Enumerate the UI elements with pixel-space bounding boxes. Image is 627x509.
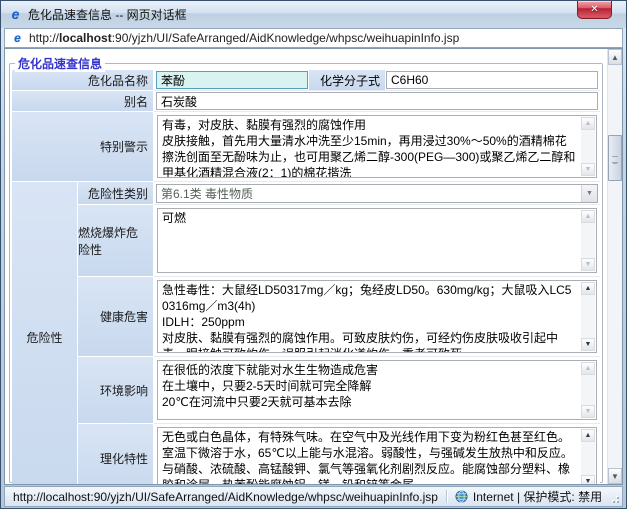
status-zone: Internet | 保护模式: 禁用: [455, 488, 602, 505]
dropdown-arrow-icon[interactable]: ▼: [581, 185, 597, 202]
formula-label: 化学分子式: [308, 70, 386, 90]
formula-field[interactable]: C6H60: [386, 71, 598, 89]
hazard-class-value: 第6.1类 毒性物质: [161, 185, 253, 202]
dialog-content: 危化品速查信息 危化品名称 苯酚 化学分子式 C6H60 别名 石炭酸: [4, 48, 623, 485]
status-url: http://localhost:90/yjzh/UI/SafeArranged…: [13, 490, 438, 504]
internet-globe-icon: [455, 490, 468, 503]
special-warning-label: 特别警示: [12, 112, 154, 182]
hazard-class-label: 危险性类别: [78, 182, 154, 205]
window-title: 危化品速查信息 -- 网页对话框: [28, 6, 187, 23]
scroll-down-icon[interactable]: ▼: [581, 258, 595, 271]
hazard-class-select[interactable]: 第6.1类 毒性物质 ▼: [156, 184, 598, 203]
environment-impact-cell: 在很低的浓度下就能对水生生物造成危害 在土壤中，只要2-5天时间就可完全降解 2…: [154, 357, 600, 424]
scroll-down-icon[interactable]: ▼: [581, 405, 595, 418]
environment-impact-label: 环境影响: [78, 357, 154, 424]
scroll-up-icon[interactable]: ▲: [581, 429, 595, 442]
alias-field[interactable]: 石炭酸: [156, 92, 598, 110]
physical-properties-cell: 无色或白色晶体，有特殊气味。在空气中及光线作用下变为粉红色甚至红色。室温下微溶于…: [154, 424, 600, 484]
scroll-down-icon[interactable]: ▼: [581, 163, 595, 176]
scroll-up-icon: ▲: [611, 53, 619, 62]
special-warning-field[interactable]: 有毒，对皮肤、黏膜有强烈的腐蚀作用 皮肤接触，首先用大量清水冲洗至少15min，…: [157, 115, 597, 178]
url-prefix: http://: [29, 31, 59, 45]
scroll-up-icon[interactable]: ▲: [581, 282, 595, 295]
textarea-scrollbar[interactable]: ▲ ▼: [581, 282, 595, 351]
scroll-down-icon[interactable]: ▼: [581, 475, 595, 484]
status-zone-text: Internet | 保护模式: 禁用: [473, 488, 602, 505]
scrollbar-thumb[interactable]: [608, 135, 622, 181]
page-scrollbar[interactable]: ▲ ▼: [607, 49, 622, 484]
name-row-fields: 苯酚 化学分子式 C6H60: [154, 70, 600, 91]
scrollbar-track[interactable]: [608, 65, 622, 468]
health-hazard-field[interactable]: 急性毒性：大鼠经LD50317mg／kg；兔经皮LD50。630mg/kg；大鼠…: [157, 280, 597, 353]
fire-hazard-label: 燃烧爆炸危险性: [78, 205, 154, 277]
scroll-up-icon[interactable]: ▲: [581, 117, 595, 130]
hazard-group-label: 危险性: [12, 182, 78, 484]
scroll-down-icon[interactable]: ▼: [581, 338, 595, 351]
scroll-up-icon[interactable]: ▲: [581, 210, 595, 223]
section-title: 危化品速查信息: [15, 55, 105, 72]
textarea-scrollbar[interactable]: ▲ ▼: [581, 210, 595, 271]
physical-properties-field[interactable]: 无色或白色晶体，有特殊气味。在空气中及光线作用下变为粉红色甚至红色。室温下微溶于…: [157, 427, 597, 484]
address-url: http://localhost:90/yjzh/UI/SafeArranged…: [29, 31, 459, 45]
health-hazard-cell: 急性毒性：大鼠经LD50317mg／kg；兔经皮LD50。630mg/kg；大鼠…: [154, 277, 600, 357]
physical-properties-label: 理化特性: [78, 424, 154, 484]
special-warning-cell: 有毒，对皮肤、黏膜有强烈的腐蚀作用 皮肤接触，首先用大量清水冲洗至少15min，…: [154, 112, 600, 182]
close-icon: ✕: [590, 4, 598, 15]
alias-label: 别名: [12, 91, 154, 112]
status-separator: [446, 490, 447, 503]
address-bar: e http://localhost:90/yjzh/UI/SafeArrang…: [4, 28, 623, 48]
url-host: localhost: [59, 31, 112, 45]
name-label: 危化品名称: [12, 70, 154, 91]
status-bar: http://localhost:90/yjzh/UI/SafeArranged…: [4, 486, 623, 507]
scroll-up-icon[interactable]: ▲: [581, 362, 595, 375]
hazard-class-cell: 第6.1类 毒性物质 ▼: [154, 182, 600, 205]
title-bar[interactable]: e 危化品速查信息 -- 网页对话框 ✕: [1, 1, 626, 28]
info-fieldset: 危化品速查信息 危化品名称 苯酚 化学分子式 C6H60 别名 石炭酸: [9, 63, 603, 483]
close-button[interactable]: ✕: [577, 1, 612, 19]
scroll-down-button[interactable]: ▼: [608, 468, 622, 484]
dialog-window: e 危化品速查信息 -- 网页对话框 ✕ e http://localhost:…: [0, 0, 627, 509]
ie-icon: e: [11, 32, 24, 45]
textarea-scrollbar[interactable]: ▲ ▼: [581, 117, 595, 176]
fire-hazard-cell: 可燃 ▲ ▼: [154, 205, 600, 277]
resize-grip[interactable]: [608, 492, 620, 504]
ie-icon: e: [8, 7, 23, 22]
scroll-up-button[interactable]: ▲: [608, 49, 622, 65]
health-hazard-label: 健康危害: [78, 277, 154, 357]
fire-hazard-field[interactable]: 可燃 ▲ ▼: [157, 208, 597, 273]
chemical-info-table: 危化品名称 苯酚 化学分子式 C6H60 别名 石炭酸 特别警示: [12, 70, 600, 484]
textarea-scrollbar[interactable]: ▲ ▼: [581, 429, 595, 484]
textarea-scrollbar[interactable]: ▲ ▼: [581, 362, 595, 418]
chemical-name-field[interactable]: 苯酚: [156, 71, 308, 89]
page: 危化品速查信息 危化品名称 苯酚 化学分子式 C6H60 别名 石炭酸: [5, 49, 607, 484]
scroll-down-icon: ▼: [611, 472, 619, 481]
alias-row-fields: 石炭酸: [154, 91, 600, 112]
url-path: :90/yjzh/UI/SafeArranged/AidKnowledge/wh…: [112, 31, 460, 45]
environment-impact-field[interactable]: 在很低的浓度下就能对水生生物造成危害 在土壤中，只要2-5天时间就可完全降解 2…: [157, 360, 597, 420]
